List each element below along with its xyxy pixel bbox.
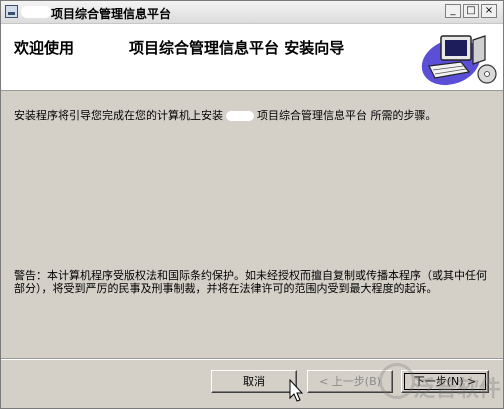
maximize-button[interactable]: □ [463, 4, 479, 18]
mouse-cursor-icon [289, 379, 304, 402]
title-bar[interactable]: 项目综合管理信息平台 _ □ × [1, 1, 503, 24]
redacted-blot [226, 111, 254, 121]
welcome-label: 欢迎使用 [14, 39, 75, 57]
intro-text-after: 项目综合管理信息平台 所需的步骤。 [257, 109, 437, 122]
redacted-blot [21, 6, 51, 18]
intro-text-before: 安装程序将引导您完成在您的计算机上安装 [14, 109, 223, 122]
computer-icon [421, 35, 497, 86]
intro-text: 安装程序将引导您完成在您的计算机上安装 项目综合管理信息平台 所需的步骤。 [14, 107, 494, 123]
footer-divider [1, 358, 503, 360]
app-icon [5, 5, 18, 18]
close-button[interactable]: × [481, 4, 497, 18]
watermark-label: 泛普软件 [413, 377, 502, 402]
cancel-button[interactable]: 取消 [211, 370, 297, 393]
watermark-text: 泛普软件 [379, 365, 503, 405]
minimize-button[interactable]: _ [445, 4, 461, 18]
copyright-warning: 警告：本计算机程序受版权法和国际条约保护。如未经授权而擅自复制或传播本程序（或其… [14, 269, 487, 295]
wizard-body: 安装程序将引导您完成在您的计算机上安装 项目综合管理信息平台 所需的步骤。 警告：… [1, 91, 503, 357]
window-title: 项目综合管理信息平台 [51, 7, 172, 21]
wizard-header: 欢迎使用 项目综合管理信息平台 安装向导 [1, 24, 503, 91]
wizard-title: 项目综合管理信息平台 安装向导 [129, 39, 345, 57]
installer-window: 项目综合管理信息平台 _ □ × 欢迎使用 项目综合管理信息平台 安装向导 安装… [0, 0, 504, 409]
